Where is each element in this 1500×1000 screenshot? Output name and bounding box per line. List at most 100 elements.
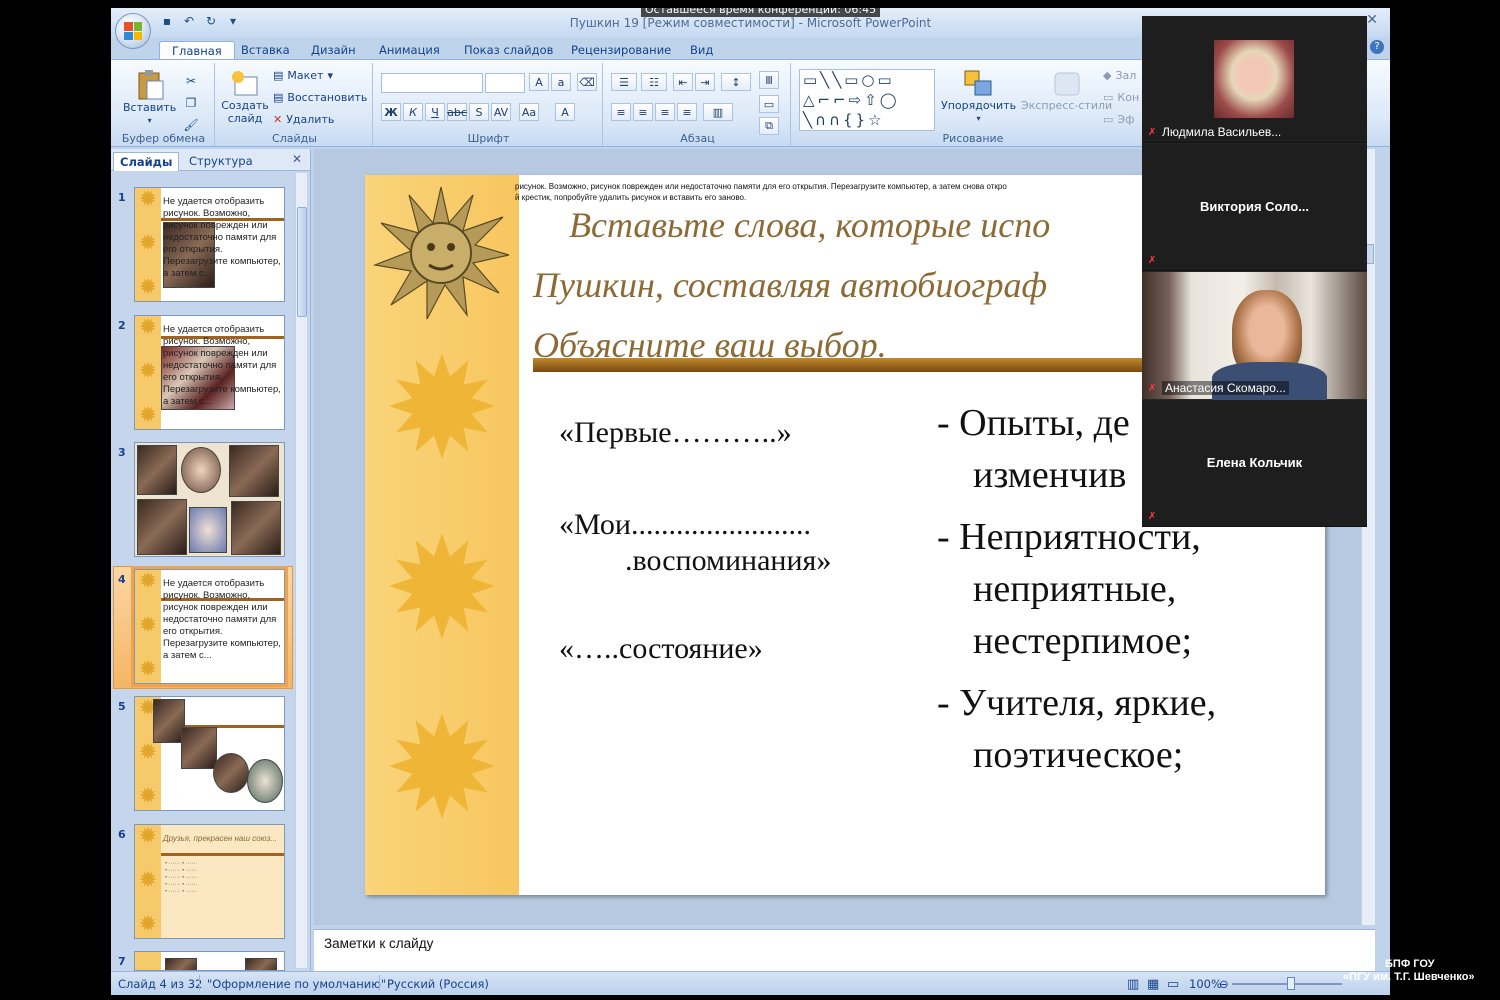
sun-icon: ✹ bbox=[138, 403, 158, 428]
thumb-error-text: Не удается отобразить рисунок. Возможно,… bbox=[163, 196, 281, 279]
participant-video bbox=[1142, 272, 1367, 402]
strikethrough-icon[interactable]: abc bbox=[447, 103, 467, 121]
slide-thumb-2[interactable]: ✹ ✹ ✹ Не удается отобразить рисунок. Воз… bbox=[134, 315, 285, 430]
format-painter-icon[interactable]: 🖌 bbox=[183, 117, 199, 133]
paste-button[interactable]: Вставить ▾ bbox=[123, 69, 176, 127]
close-window-icon[interactable]: ✕ bbox=[1366, 12, 1378, 28]
slide-thumb-3[interactable] bbox=[134, 442, 285, 557]
tab-review[interactable]: Рецензирование bbox=[559, 41, 683, 60]
answer-line[interactable]: - Опыты, де bbox=[937, 397, 1130, 449]
sun-icon: ✹ bbox=[383, 328, 501, 491]
slide-thumb-1[interactable]: ✹ ✹ ✹ Не удается отобразить рисунок. Воз… bbox=[134, 187, 285, 302]
theme-name[interactable]: "Оформление по умолчанию" bbox=[207, 977, 386, 991]
slide-thumb-7[interactable] bbox=[134, 951, 285, 971]
panel-scrollbar-thumb[interactable] bbox=[297, 207, 307, 317]
language-indicator[interactable]: Русский (Россия) bbox=[387, 977, 489, 991]
new-slide-button[interactable]: Создать слайд bbox=[221, 69, 269, 125]
answer-line[interactable]: нестерпимое; bbox=[973, 615, 1192, 667]
numbering-icon[interactable]: ☷ bbox=[641, 73, 667, 91]
portrait-image bbox=[137, 499, 187, 555]
normal-view-icon[interactable]: ▥ bbox=[1127, 977, 1139, 992]
italic-icon[interactable]: К bbox=[403, 103, 423, 121]
tab-outline[interactable]: Структура bbox=[183, 152, 259, 171]
cut-icon[interactable]: ✂ bbox=[183, 73, 199, 89]
align-center-icon[interactable]: ≡ bbox=[633, 103, 653, 121]
slideshow-view-icon[interactable]: ▭ bbox=[1167, 977, 1179, 992]
shape-outline-button[interactable]: ▭ Кон bbox=[1103, 91, 1139, 104]
shapes-gallery[interactable]: ▭╲╲▭○▭ △⌐⌐⇨⇧◯ ╲∩∩{}☆ bbox=[799, 69, 935, 131]
clipboard-group: Вставить ▾ ✂ ❐ 🖌 Буфер обмена bbox=[113, 63, 215, 146]
sun-icon: ✹ bbox=[138, 613, 158, 638]
font-size-field[interactable] bbox=[485, 73, 525, 93]
slide-thumb-6[interactable]: ✹ ✹ ✹ Друзья, прекрасен наш союз... • ··… bbox=[134, 824, 285, 939]
office-button[interactable] bbox=[115, 13, 151, 49]
answer-line[interactable]: - Учителя, яркие, bbox=[937, 677, 1216, 729]
participant-tile[interactable]: ✗ Анастасия Скомаро... bbox=[1142, 272, 1367, 402]
answer-line[interactable]: неприятные, bbox=[973, 563, 1176, 615]
quick-styles-button[interactable]: Экспресс-стили bbox=[1021, 69, 1112, 112]
notes-pane[interactable]: Заметки к слайду bbox=[314, 929, 1375, 971]
bullets-icon[interactable]: ☰ bbox=[611, 73, 637, 91]
zoom-level[interactable]: 100% bbox=[1189, 977, 1222, 991]
participant-tile[interactable]: Виктория Соло... ✗ bbox=[1142, 144, 1367, 271]
tab-view[interactable]: Вид bbox=[678, 41, 725, 60]
increase-indent-icon[interactable]: ⇥ bbox=[695, 73, 715, 91]
spacing-icon[interactable]: AV bbox=[491, 103, 511, 121]
placeholder-memories-cont[interactable]: .воспоминания» bbox=[625, 543, 831, 579]
zoom-slider-handle[interactable] bbox=[1287, 977, 1295, 990]
copy-icon[interactable]: ❐ bbox=[183, 95, 199, 111]
underline-icon[interactable]: Ч bbox=[425, 103, 445, 121]
columns-icon[interactable]: ▥ bbox=[703, 103, 733, 121]
tab-insert[interactable]: Вставка bbox=[229, 41, 302, 60]
tab-slides[interactable]: Слайды bbox=[113, 152, 180, 171]
sorter-view-icon[interactable]: ▦ bbox=[1147, 977, 1159, 992]
tab-animation[interactable]: Анимация bbox=[367, 41, 452, 60]
slides-panel: Слайды Структура ✕ 1 ✹ ✹ ✹ Не удается от… bbox=[111, 149, 311, 971]
font-color-icon[interactable]: A bbox=[555, 103, 575, 121]
layout-button[interactable]: ▤ Макет ▾ bbox=[273, 69, 333, 82]
slide-thumb-4[interactable]: ✹ ✹ ✹ Не удается отобразить рисунок. Воз… bbox=[134, 569, 285, 684]
shadow-icon[interactable]: S bbox=[469, 103, 489, 121]
align-left-icon[interactable]: ≡ bbox=[611, 103, 631, 121]
zoom-out-icon[interactable]: ⊖ bbox=[1219, 977, 1229, 991]
slide-thumb-5[interactable]: ✹ ✹ ✹ bbox=[134, 696, 285, 811]
outline-icon: ▭ bbox=[1103, 91, 1114, 104]
participant-name: Виктория Соло... bbox=[1199, 199, 1310, 214]
tab-slideshow[interactable]: Показ слайдов bbox=[452, 41, 565, 60]
help-icon[interactable]: ? bbox=[1370, 40, 1384, 54]
text-direction-icon[interactable]: Ⅲ bbox=[759, 71, 779, 89]
shape-effects-button[interactable]: ▭ Эф bbox=[1103, 113, 1135, 126]
tab-design[interactable]: Дизайн bbox=[299, 41, 368, 60]
sun-icon: ✹ bbox=[138, 359, 158, 384]
muted-mic-icon: ✗ bbox=[1148, 511, 1157, 522]
align-right-icon[interactable]: ≡ bbox=[655, 103, 675, 121]
reset-button[interactable]: ▤ Восстановить bbox=[273, 91, 367, 104]
align-text-icon[interactable]: ▭ bbox=[759, 95, 779, 113]
shrink-font-icon[interactable]: a bbox=[551, 73, 571, 91]
portrait-image bbox=[165, 958, 197, 970]
placeholder-first[interactable]: «Первые………..» bbox=[559, 415, 792, 451]
justify-icon[interactable]: ≡ bbox=[677, 103, 697, 121]
change-case-icon[interactable]: Aa bbox=[519, 103, 539, 121]
panel-close-icon[interactable]: ✕ bbox=[292, 152, 302, 166]
clear-format-icon[interactable]: ⌫ bbox=[577, 73, 597, 91]
arrange-button[interactable]: Упорядочить ▾ bbox=[941, 69, 1016, 125]
participant-tile[interactable]: Елена Кольчик ✗ bbox=[1142, 400, 1367, 527]
decrease-indent-icon[interactable]: ⇤ bbox=[673, 73, 693, 91]
bold-icon[interactable]: Ж bbox=[381, 103, 401, 121]
sun-icon: ✹ bbox=[138, 231, 158, 256]
line-spacing-icon[interactable]: ↕ bbox=[721, 73, 751, 91]
thumb-title-text: Друзья, прекрасен наш союз... bbox=[163, 834, 278, 843]
shape-fill-button[interactable]: ◆ Зал bbox=[1103, 69, 1136, 82]
placeholder-memories[interactable]: «Мои........................ bbox=[559, 507, 811, 543]
grow-font-icon[interactable]: A bbox=[529, 73, 549, 91]
font-name-field[interactable] bbox=[381, 73, 483, 93]
placeholder-state[interactable]: «…..состояние» bbox=[559, 631, 763, 667]
answer-line[interactable]: поэтическое; bbox=[973, 729, 1183, 781]
panel-scrollbar[interactable] bbox=[295, 173, 307, 968]
answer-line[interactable]: изменчив bbox=[973, 449, 1126, 501]
participant-tile[interactable]: ✗ Людмила Васильев... bbox=[1142, 16, 1367, 143]
delete-slide-button[interactable]: ✕ Удалить bbox=[273, 113, 334, 126]
tab-home[interactable]: Главная bbox=[159, 41, 235, 60]
thumb-number: 4 bbox=[118, 573, 126, 586]
